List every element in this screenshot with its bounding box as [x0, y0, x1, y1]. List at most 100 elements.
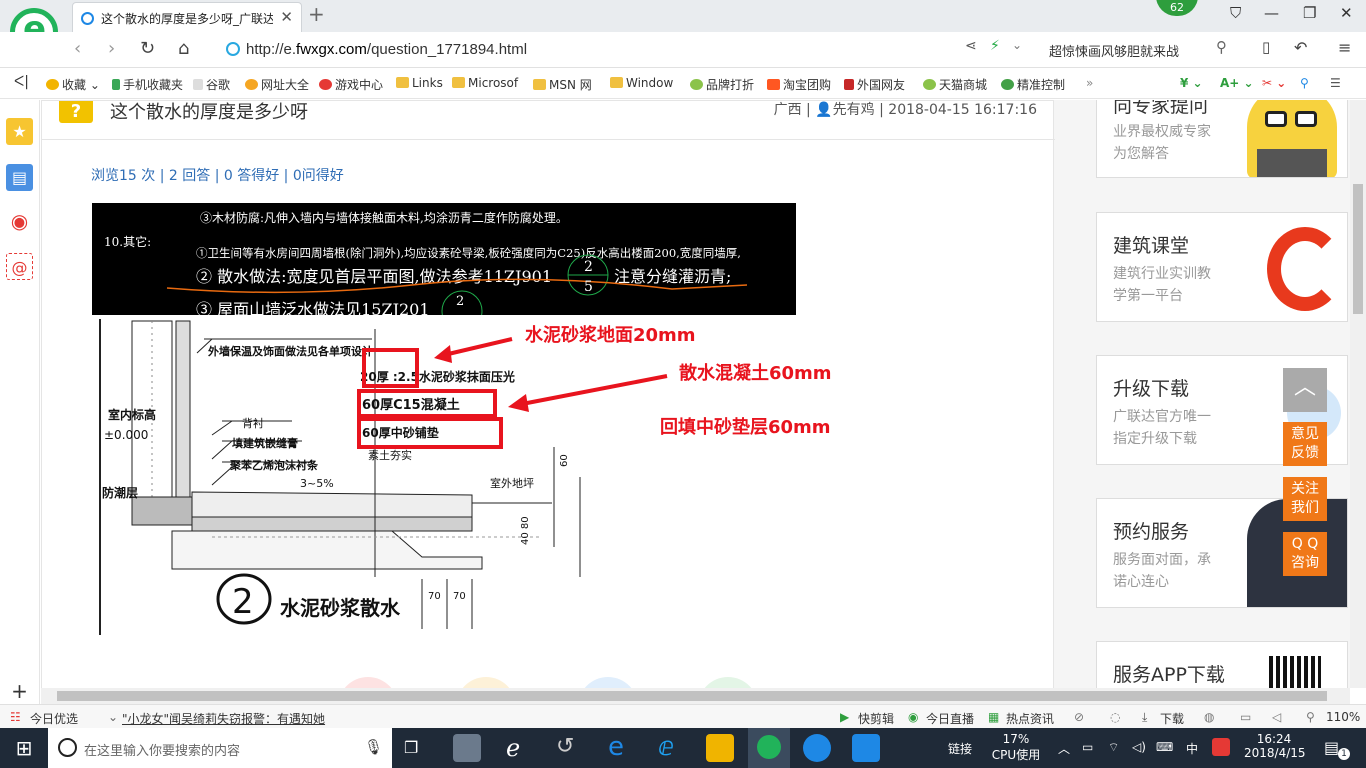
bookmark-foreign[interactable]: 外国网友 [844, 76, 905, 93]
app-swirl-icon[interactable]: ↺ [556, 734, 574, 762]
bookmark-brand-sale[interactable]: 品牌打折 [690, 76, 754, 93]
app-active-browser[interactable] [748, 728, 790, 768]
tray-wifi-icon[interactable]: ⌔ [1108, 740, 1119, 755]
search-icon[interactable]: ⚲ [1216, 38, 1227, 56]
tab-close-icon[interactable]: ✕ [280, 8, 293, 26]
bookmark-mobile[interactable]: 手机收藏夹 [112, 76, 183, 93]
tray-keyboard-icon[interactable]: ⌨ [1156, 740, 1173, 754]
bookmark-tmall[interactable]: 天猫商城 [923, 76, 987, 93]
horizontal-scroll-thumb[interactable] [57, 691, 1327, 701]
chevron-down-icon[interactable]: ⌄ [1012, 38, 1022, 52]
minimize-button[interactable]: — [1264, 4, 1279, 22]
clock-date: 2018/4/15 [1244, 746, 1306, 760]
lightning-icon[interactable]: ⚡ [990, 38, 1000, 54]
tray-clock[interactable]: 16:24 2018/4/15 [1244, 732, 1306, 760]
tray-battery-icon[interactable]: ▭ [1082, 740, 1093, 754]
taskbar-links[interactable]: 链接 [948, 740, 972, 757]
status-item-download[interactable]: 下载 [1160, 710, 1184, 727]
app-fan-icon[interactable] [453, 734, 481, 762]
back-to-top-button[interactable]: ︿ [1283, 368, 1327, 412]
bookmark-taobao[interactable]: 淘宝团购 [767, 76, 831, 93]
sidebar-toggle-icon[interactable]: ᐸ| [14, 74, 29, 90]
mail-icon[interactable]: @ [6, 253, 33, 280]
grid-menu-icon[interactable]: ☰ [1330, 76, 1341, 90]
app-explorer-icon[interactable] [706, 734, 734, 762]
bookmark-nav[interactable]: 网址大全 [245, 76, 309, 93]
tray-chevron-icon[interactable]: ︿ [1058, 740, 1070, 757]
classroom-logo-icon [1267, 227, 1343, 311]
feedback-button[interactable]: 意见 反馈 [1283, 422, 1327, 466]
bookmark-favorites[interactable]: 收藏 ⌄ [46, 76, 100, 93]
volume-icon[interactable]: ◁ [1272, 710, 1281, 724]
qq-consult-button[interactable]: Q Q 咨询 [1283, 532, 1327, 576]
cpu-meter[interactable]: 17% CPU使用 [990, 732, 1042, 763]
bookmark-microsoft[interactable]: Microsof [452, 76, 518, 90]
add-panel-icon[interactable]: + [6, 678, 33, 705]
close-window-button[interactable]: ✕ [1340, 4, 1353, 22]
card-expert[interactable]: 向专家提问 业界最权威专家 为您解答 [1096, 100, 1348, 178]
daily-pick-label[interactable]: 今日优选 [30, 710, 78, 727]
refresh-icon[interactable]: ↻ [140, 38, 155, 59]
phone-icon [112, 79, 120, 90]
tray-ime[interactable]: 中 [1186, 740, 1198, 757]
bookmark-windows[interactable]: Window [610, 76, 673, 90]
bell-icon[interactable]: ◌ [1110, 710, 1120, 724]
weibo-icon[interactable]: ◉ [6, 208, 33, 235]
status-item-edit[interactable]: 快剪辑 [858, 710, 894, 727]
app-browser-e-icon[interactable]: ℯ [506, 734, 520, 762]
folder-icon [452, 77, 465, 88]
tray-sogou-icon[interactable] [1212, 738, 1230, 756]
clean-icon[interactable]: ◍ [1204, 710, 1214, 724]
url-input[interactable]: http://e.fwxgx.com/question_1771894.html [218, 36, 1028, 64]
card-sub: 学第一平台 [1113, 288, 1183, 304]
app-ie-icon[interactable]: ⅇ [658, 732, 674, 762]
card-classroom[interactable]: 建筑课堂 建筑行业实训教 学第一平台 [1096, 212, 1348, 322]
magnifier-icon[interactable]: ⚲ [1300, 76, 1309, 90]
home-icon[interactable]: ⌂ [178, 38, 189, 59]
bookmark-google[interactable]: 谷歌 [193, 76, 230, 93]
scissors-icon[interactable]: ✂ ⌄ [1262, 76, 1286, 90]
taskbar-search-input[interactable]: 在这里输入你要搜索的内容 🎙 [48, 728, 392, 768]
news-headline[interactable]: "小龙女"闻吴绮莉失窃报警：有遇知她 [122, 710, 325, 727]
bookmark-games[interactable]: 游戏中心 [319, 76, 383, 93]
tab-active[interactable]: 这个散水的厚度是多少呀_广联达 ✕ [72, 2, 302, 32]
forward-icon[interactable]: › [108, 38, 115, 59]
card-app-download[interactable]: 服务APP下载 [1096, 641, 1348, 688]
bookmark-msn[interactable]: MSN 网 [533, 76, 592, 93]
notification-badge[interactable]: 62 [1156, 0, 1198, 16]
shirt-icon[interactable]: ⛉ [1230, 4, 1241, 22]
horizontal-scrollbar[interactable] [41, 688, 1350, 704]
speed-icon[interactable]: ⊘ [1074, 710, 1084, 724]
follow-button[interactable]: 关注 我们 [1283, 477, 1327, 521]
vertical-scroll-thumb[interactable] [1353, 184, 1363, 314]
translate-icon[interactable]: A+ ⌄ [1220, 76, 1254, 90]
app-edge-icon[interactable]: e [608, 732, 624, 762]
favorites-star-icon[interactable]: ★ [6, 118, 33, 145]
app-g-icon[interactable] [803, 734, 831, 762]
status-item-live[interactable]: 今日直播 [926, 710, 974, 727]
reader-icon[interactable]: ▤ [6, 164, 33, 191]
taskbar: ⊞ 在这里输入你要搜索的内容 🎙 ❐ ℯ ↺ e ⅇ 链接 17% CPU使用 … [0, 728, 1366, 768]
undo-icon[interactable]: ↶ [1294, 38, 1307, 57]
window-icon[interactable]: ▭ [1240, 710, 1251, 724]
zoom-level[interactable]: 110% [1326, 710, 1360, 724]
bookmark-control[interactable]: 精准控制 [1001, 76, 1065, 93]
more-bookmarks-icon[interactable]: » [1086, 76, 1093, 90]
status-item-news[interactable]: 热点资讯 [1006, 710, 1054, 727]
share-icon[interactable]: ⋖ [965, 38, 977, 54]
vertical-scrollbar[interactable] [1350, 100, 1366, 688]
back-icon[interactable]: ‹ [74, 38, 81, 59]
tray-volume-icon[interactable]: ◁) [1132, 740, 1146, 754]
task-view-icon[interactable]: ❐ [404, 738, 418, 758]
menu-icon[interactable]: ≡ [1338, 38, 1351, 57]
shield-icon[interactable]: ¥ ⌄ [1180, 76, 1203, 90]
action-center-icon[interactable]: ▤ [1324, 738, 1339, 757]
start-button[interactable]: ⊞ [0, 728, 48, 768]
phone-icon[interactable]: ▯ [1262, 38, 1270, 56]
new-tab-button[interactable]: + [308, 2, 325, 26]
maximize-button[interactable]: ❐ [1303, 4, 1316, 22]
bookmark-links[interactable]: Links [396, 76, 443, 90]
app-plus-icon[interactable] [852, 734, 880, 762]
microphone-icon[interactable]: 🎙 [364, 738, 383, 756]
search-suggestion[interactable]: 超惊悚画风够胆就来战 [1049, 41, 1179, 60]
